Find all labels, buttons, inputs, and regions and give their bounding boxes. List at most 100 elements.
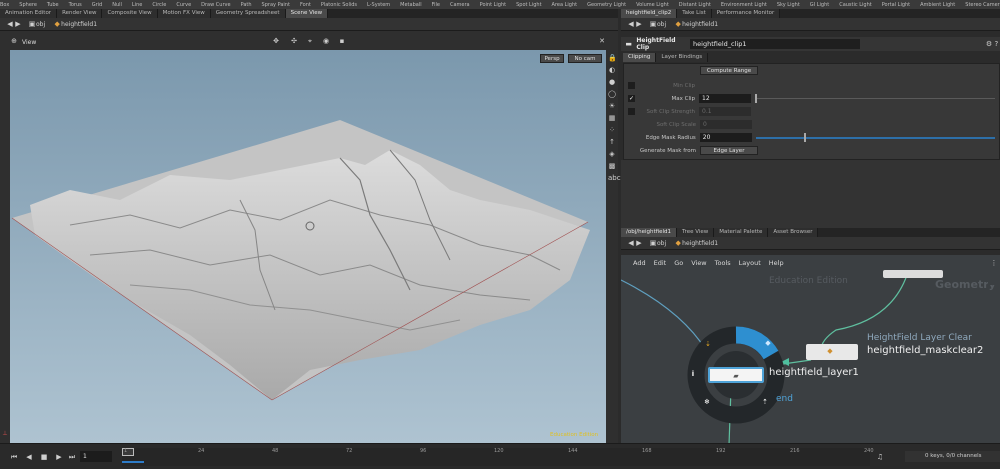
path-root[interactable]: ▣ obj [649, 20, 666, 28]
edge-mask-slider[interactable] [755, 132, 995, 142]
network-view[interactable]: Education Edition Geometry ⇣ ◆ i ❄ ⇡ ▰ h… [621, 270, 1000, 445]
edge-mask-radius-field[interactable]: 20 [699, 133, 752, 142]
net-menu-tools[interactable]: Tools [715, 259, 731, 267]
bypass-icon[interactable]: ◆ [764, 339, 772, 347]
net-path-node[interactable]: ◆ heightfield1 [674, 239, 718, 247]
shelf-tool-17[interactable]: Camera [450, 2, 470, 8]
path-node[interactable]: ◆ heightfield1 [53, 20, 97, 28]
view-menu-icon[interactable]: ⊕ [10, 37, 18, 45]
tab-net-3[interactable]: Asset Browser [768, 228, 819, 237]
path-root[interactable]: ▣ obj [28, 20, 45, 28]
tab-left-1[interactable]: Render View [57, 9, 103, 18]
shelf-tool-26[interactable]: GI Light [810, 2, 829, 8]
shelf-tool-29[interactable]: Ambient Light [920, 2, 955, 8]
help-icon[interactable]: ? [993, 40, 1000, 48]
audio-icon[interactable]: ♫ [876, 453, 884, 461]
gear-icon[interactable]: ⚙ [985, 40, 992, 48]
shelf-tool-9[interactable]: Draw Curve [201, 2, 230, 8]
shelf-tool-15[interactable]: Metaball [400, 2, 421, 8]
net-menu-help[interactable]: Help [769, 259, 784, 267]
tab-left-2[interactable]: Composite View [102, 9, 158, 18]
shading-icon[interactable]: ● [608, 78, 616, 86]
shelf-tool-13[interactable]: Platonic Solids [321, 2, 357, 8]
tab-net-2[interactable]: Material Palette [714, 228, 769, 237]
selection-tool-icon[interactable]: ▪ [338, 37, 346, 45]
shelf-tool-19[interactable]: Spot Light [516, 2, 541, 8]
tab-left-4[interactable]: Geometry Spreadsheet [210, 9, 286, 18]
forward-arrow-icon[interactable]: ▶ [635, 239, 643, 247]
net-menu-go[interactable]: Go [674, 259, 683, 267]
step-back-icon[interactable]: ◀ [25, 453, 33, 461]
timeline-track[interactable]: 1 24 48 72 96 120 144 168 192 216 240 [122, 448, 874, 466]
handle-tool-icon[interactable]: ✣ [290, 37, 298, 45]
back-arrow-icon[interactable]: ◀ [6, 20, 14, 28]
tab-left-0[interactable]: Animation Editor [0, 9, 58, 18]
close-pane-icon[interactable]: ✕ [598, 37, 606, 45]
tab-left-3[interactable]: Motion FX View [157, 9, 211, 18]
back-arrow-icon[interactable]: ◀ [627, 239, 635, 247]
scene-viewport[interactable]: Persp No cam Education Edition [10, 50, 606, 443]
shelf-tool-5[interactable]: Null [112, 2, 122, 8]
flag-down-icon[interactable]: ⇣ [704, 340, 712, 348]
shelf-tool-3[interactable]: Torus [69, 2, 82, 8]
net-path-root[interactable]: ▣ obj [649, 239, 666, 247]
soft-clip-strength-field[interactable]: 0.1 [699, 107, 751, 116]
soft-clip-scale-field[interactable]: 0 [700, 120, 752, 129]
shelf-tool-8[interactable]: Curve [176, 2, 191, 8]
shelf-tool-11[interactable]: Spray Paint [262, 2, 290, 8]
transform-tool-icon[interactable]: ✥ [272, 37, 280, 45]
play-icon[interactable]: ▶ [55, 453, 63, 461]
shelf-tool-20[interactable]: Area Light [552, 2, 578, 8]
tab-right-0[interactable]: heightfield_clip2 [621, 9, 678, 18]
shelf-tool-2[interactable]: Tube [47, 2, 59, 8]
tab-right-2[interactable]: Performance Monitor [711, 9, 781, 18]
forward-arrow-icon[interactable]: ▶ [635, 20, 643, 28]
shelf-tool-25[interactable]: Sky Light [777, 2, 800, 8]
wireframe-icon[interactable]: ◯ [608, 90, 616, 98]
forward-arrow-icon[interactable]: ▶ [14, 20, 22, 28]
camera-dropdown[interactable]: No cam [568, 54, 602, 63]
shelf-tool-18[interactable]: Point Light [480, 2, 506, 8]
vis-icon[interactable]: ◈ [608, 150, 616, 158]
path-node[interactable]: ◆ heightfield1 [674, 20, 718, 28]
tab-layer-bindings[interactable]: Layer Bindings [656, 53, 709, 62]
max-clip-slider[interactable] [755, 94, 995, 103]
max-clip-field[interactable]: 12 [699, 94, 751, 103]
go-start-icon[interactable]: ⏮ [10, 453, 18, 461]
shelf-tool-24[interactable]: Environment Light [721, 2, 767, 8]
heightfield-layer-node[interactable]: ▰ [708, 367, 764, 383]
node-name-field[interactable]: heightfield_clip1 [690, 39, 861, 49]
upstream-node[interactable] [883, 270, 943, 278]
shelf-tool-27[interactable]: Caustic Light [839, 2, 872, 8]
net-menu-add[interactable]: Add [633, 259, 646, 267]
shelf-tool-28[interactable]: Portal Light [882, 2, 910, 8]
text-icon[interactable]: abc [608, 174, 621, 182]
shelf-tool-0[interactable]: Box [0, 2, 9, 8]
tab-left-5[interactable]: Scene View [285, 9, 329, 18]
tab-clipping[interactable]: Clipping [623, 53, 657, 62]
frame-field[interactable]: 1 [80, 451, 112, 462]
shelf-tool-7[interactable]: Circle [152, 2, 166, 8]
soft-clip-checkbox[interactable] [628, 108, 635, 115]
info-icon[interactable]: i [689, 370, 697, 378]
shelf-tool-4[interactable]: Grid [92, 2, 103, 8]
net-menu-layout[interactable]: Layout [739, 259, 761, 267]
stop-icon[interactable]: ■ [40, 453, 48, 461]
freeze-icon[interactable]: ❄ [703, 398, 711, 406]
lock-icon[interactable]: 🔒 [608, 54, 617, 62]
back-arrow-icon[interactable]: ◀ [627, 20, 635, 28]
points-icon[interactable]: ⁘ [608, 126, 616, 134]
shelf-tool-12[interactable]: Font [300, 2, 311, 8]
shelf-tool-16[interactable]: File [432, 2, 440, 8]
network-options-icon[interactable]: ⋮ [990, 259, 998, 267]
compute-range-button[interactable]: Compute Range [700, 66, 758, 75]
shelf-tool-30[interactable]: Stereo Camera [965, 2, 1000, 8]
persp-button[interactable]: Persp [540, 54, 564, 63]
shelf-tool-1[interactable]: Sphere [19, 2, 37, 8]
net-menu-view[interactable]: View [691, 259, 706, 267]
lighting-icon[interactable]: ☀ [608, 102, 616, 110]
display-flag-icon[interactable]: ⇡ [761, 398, 769, 406]
max-clip-checkbox[interactable]: ✓ [628, 95, 635, 102]
net-menu-edit[interactable]: Edit [654, 259, 667, 267]
display-options-icon[interactable]: ◐ [608, 66, 616, 74]
